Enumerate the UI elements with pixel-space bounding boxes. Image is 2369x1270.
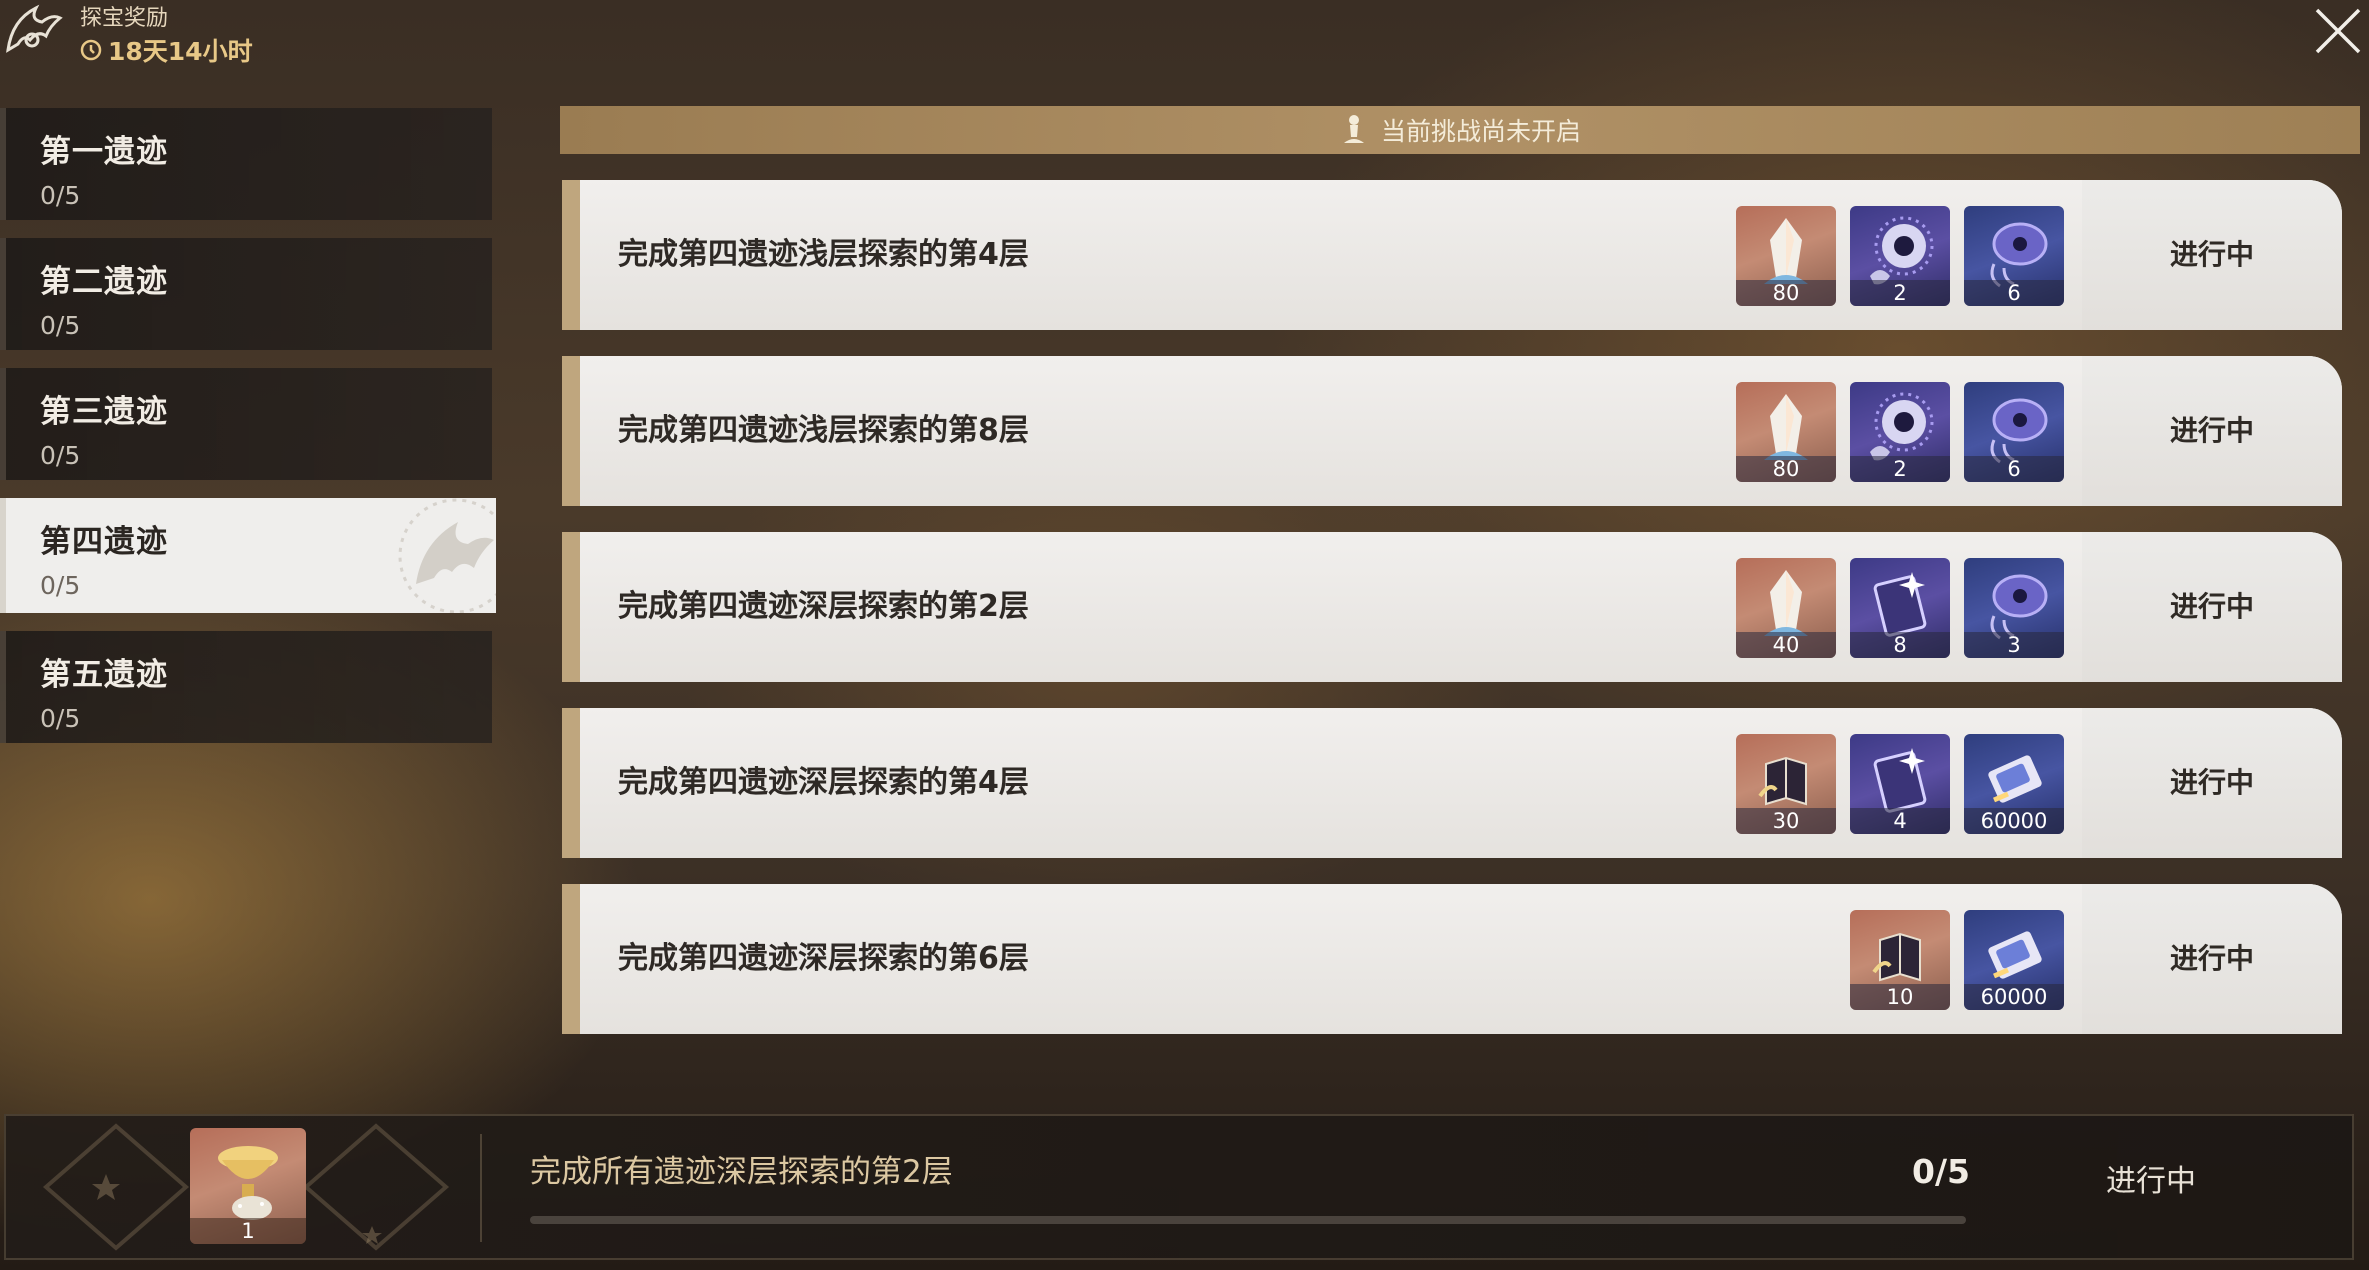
task-status[interactable]: 进行中 [2082,708,2342,858]
header: 探宝奖励 18天14小时 [0,0,400,80]
task-row: 完成第四遗迹深层探索的第4层 30 4 60000 进行中 [562,708,2342,858]
task-status[interactable]: 进行中 [2082,356,2342,506]
sidebar-item-label: 第五遗迹 [40,657,168,693]
sidebar-item-label: 第二遗迹 [40,264,168,300]
task-row: 完成第四遗迹深层探索的第2层 40 8 3 进行中 [562,532,2342,682]
reward-item[interactable]: 3 [1964,558,2064,658]
reward-count: 80 [1736,280,1836,306]
task-status[interactable]: 进行中 [2082,532,2342,682]
page-title: 探宝奖励 [80,6,169,31]
reward-item[interactable]: 6 [1964,382,2064,482]
countdown-text: 18天14小时 [108,37,253,66]
reward-count: 60000 [1964,984,2064,1010]
reward-item[interactable]: 60000 [1964,734,2064,834]
task-description: 完成第四遗迹深层探索的第4层 [618,765,1029,800]
task-description: 完成第四遗迹深层探索的第2层 [618,589,1029,624]
goal-status[interactable]: 进行中 [2106,1156,2196,1200]
task-accent-stripe [562,884,580,1034]
task-accent-stripe [562,532,580,682]
close-icon[interactable] [2313,6,2363,56]
sidebar-item-progress: 0/5 [40,311,81,340]
reward-count: 30 [1736,808,1836,834]
reward-list: 80 2 6 [1736,382,2064,482]
challenge-banner: 当前挑战尚未开启 [560,106,2360,154]
reward-item[interactable]: 8 [1850,558,1950,658]
task-row: 完成第四遗迹深层探索的第6层 10 60000 进行中 [562,884,2342,1034]
countdown-timer: 18天14小时 [80,32,253,68]
reward-item[interactable]: 30 [1736,734,1836,834]
reward-count: 6 [1964,280,2064,306]
clock-icon [80,39,102,61]
reward-count: 60000 [1964,808,2064,834]
pawn-icon [1343,115,1364,143]
sidebar-item-ruin-4[interactable]: 第四遗迹 0/5 [0,498,496,613]
task-accent-stripe [562,356,580,506]
winged-emblem-icon [6,4,63,53]
reward-count: 80 [1736,456,1836,482]
reward-item[interactable]: 80 [1736,382,1836,482]
reward-item[interactable]: 60000 [1964,910,2064,1010]
reward-count: 10 [1850,984,1950,1010]
reward-item[interactable]: 4 [1850,734,1950,834]
reward-count: 6 [1964,456,2064,482]
sidebar-item-ruin-2[interactable]: 第二遗迹 0/5 [0,238,492,350]
reward-count: 2 [1850,280,1950,306]
banner-text: 当前挑战尚未开启 [1380,117,1581,146]
reward-item[interactable]: 10 [1850,910,1950,1010]
goal-progress-text: 0/5 [1912,1152,1970,1191]
reward-item[interactable]: 40 [1736,558,1836,658]
reward-count: 1 [190,1218,306,1244]
task-list: 完成第四遗迹浅层探索的第4层 80 2 6 进行中 完成第四遗迹浅层探索的第8层… [562,180,2342,1060]
reward-list: 10 60000 [1850,910,2064,1010]
emblem-watermark-icon [398,498,496,613]
reward-list: 80 2 6 [1736,206,2064,306]
goal-reward-item[interactable]: 1 [190,1128,306,1244]
task-accent-stripe [562,180,580,330]
reward-item[interactable]: 6 [1964,206,2064,306]
reward-list: 40 8 3 [1736,558,2064,658]
reward-count: 2 [1850,456,1950,482]
sidebar-item-progress: 0/5 [40,441,81,470]
task-description: 完成第四遗迹深层探索的第6层 [618,941,1029,976]
sidebar-item-progress: 0/5 [40,181,81,210]
task-row: 完成第四遗迹浅层探索的第8层 80 2 6 进行中 [562,356,2342,506]
task-row: 完成第四遗迹浅层探索的第4层 80 2 6 进行中 [562,180,2342,330]
reward-item[interactable]: 2 [1850,382,1950,482]
reward-count: 4 [1850,808,1950,834]
ruins-sidebar: 第一遗迹 0/5 第二遗迹 0/5 第三遗迹 0/5 第四遗迹 0/5 第五遗迹… [0,108,500,761]
task-status[interactable]: 进行中 [2082,180,2342,330]
sidebar-item-progress: 0/5 [40,704,81,733]
overall-goal-panel: 1 完成所有遗迹深层探索的第2层 0/5 进行中 [4,1114,2354,1260]
sidebar-item-ruin-5[interactable]: 第五遗迹 0/5 [0,631,492,743]
task-status[interactable]: 进行中 [2082,884,2342,1034]
task-description: 完成第四遗迹浅层探索的第4层 [618,237,1029,272]
reward-item[interactable]: 2 [1850,206,1950,306]
sidebar-item-label: 第三遗迹 [40,394,168,430]
reward-count: 40 [1736,632,1836,658]
reward-list: 30 4 60000 [1736,734,2064,834]
task-accent-stripe [562,708,580,858]
sidebar-item-ruin-3[interactable]: 第三遗迹 0/5 [0,368,492,480]
divider [480,1134,482,1242]
task-description: 完成第四遗迹浅层探索的第8层 [618,413,1029,448]
goal-description: 完成所有遗迹深层探索的第2层 [530,1154,953,1190]
sidebar-item-label: 第一遗迹 [40,134,168,170]
goal-progress-bar [530,1216,1966,1224]
reward-count: 8 [1850,632,1950,658]
reward-item[interactable]: 80 [1736,206,1836,306]
reward-count: 3 [1964,632,2064,658]
sidebar-item-ruin-1[interactable]: 第一遗迹 0/5 [0,108,492,220]
